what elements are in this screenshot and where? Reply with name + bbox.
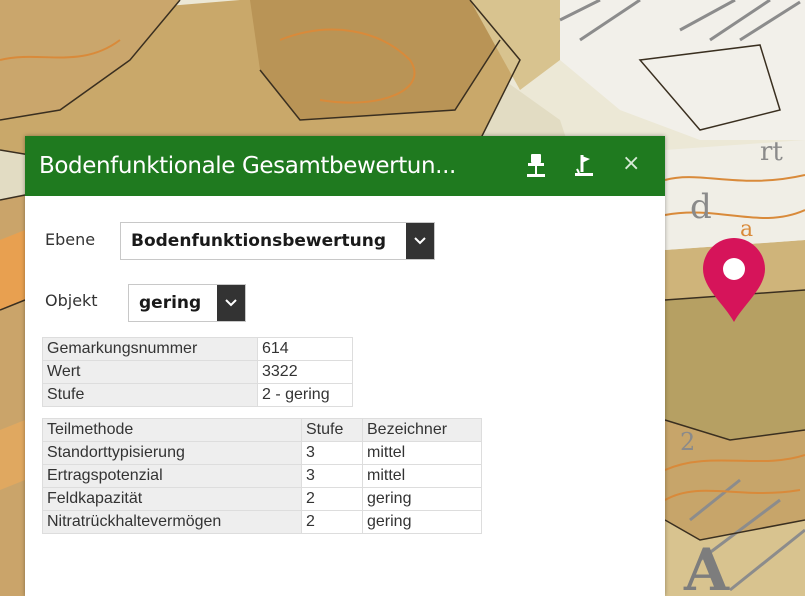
chevron-down-icon[interactable]	[406, 223, 434, 259]
table-row: Gemarkungsnummer 614	[42, 337, 353, 361]
map-label: d	[690, 187, 712, 227]
popup-header: Bodenfunktionale Gesamtbewertun... ×	[25, 136, 665, 196]
attribute-key: Wert	[42, 360, 258, 384]
objekt-select-value: gering	[139, 293, 202, 313]
table-row: Standorttypisierung 3 mittel	[42, 441, 482, 465]
map-parcel	[665, 140, 805, 250]
feature-info-popup: Bodenfunktionale Gesamtbewertun... × Ebe…	[25, 136, 665, 596]
table-row: Ertragspotenzial 3 mittel	[42, 464, 482, 488]
method-stufe: 3	[301, 441, 363, 465]
attribute-key: Gemarkungsnummer	[42, 337, 258, 361]
popup-title: Bodenfunktionale Gesamtbewertun...	[39, 153, 456, 179]
chevron-down-icon[interactable]	[217, 285, 245, 321]
table-header-row: Teilmethode Stufe Bezeichner	[42, 418, 482, 442]
method-name: Ertragspotenzial	[42, 464, 302, 488]
map-label: 2	[680, 428, 695, 456]
ebene-label: Ebene	[45, 230, 96, 249]
map-label: a	[740, 217, 753, 242]
table-row: Wert 3322	[42, 360, 353, 384]
objekt-label: Objekt	[45, 291, 98, 310]
method-name: Standorttypisierung	[42, 441, 302, 465]
method-bezeichner: mittel	[362, 441, 482, 465]
ebene-select-value: Bodenfunktionsbewertung	[131, 231, 387, 251]
column-header: Bezeichner	[362, 418, 482, 442]
ebene-select[interactable]: Bodenfunktionsbewertung	[120, 222, 435, 260]
method-stufe: 2	[301, 510, 363, 534]
popup-body: Ebene Bodenfunktionsbewertung Objekt ger…	[25, 196, 665, 596]
method-stufe: 3	[301, 464, 363, 488]
method-name: Nitratrückhaltevermögen	[42, 510, 302, 534]
column-header: Teilmethode	[42, 418, 302, 442]
column-header: Stufe	[301, 418, 363, 442]
method-stufe: 2	[301, 487, 363, 511]
attribute-value: 614	[257, 337, 353, 361]
method-bezeichner: mittel	[362, 464, 482, 488]
attributes-table: Gemarkungsnummer 614 Wert 3322 Stufe 2 -…	[42, 337, 353, 407]
method-bezeichner: gering	[362, 487, 482, 511]
table-row: Nitratrückhaltevermögen 2 gering	[42, 510, 482, 534]
map-label: A	[683, 536, 730, 596]
attribute-value: 3322	[257, 360, 353, 384]
table-row: Stufe 2 - gering	[42, 383, 353, 407]
table-row: Feldkapazität 2 gering	[42, 487, 482, 511]
methods-table: Teilmethode Stufe Bezeichner Standorttyp…	[42, 418, 482, 534]
map-label: rt	[760, 137, 783, 167]
soil-polygon	[0, 230, 25, 310]
attribute-value: 2 - gering	[257, 383, 353, 407]
close-button[interactable]: ×	[622, 150, 640, 178]
pin-icon[interactable]	[523, 152, 549, 180]
attribute-key: Stufe	[42, 383, 258, 407]
unpin-icon[interactable]	[571, 152, 597, 180]
method-name: Feldkapazität	[42, 487, 302, 511]
method-bezeichner: gering	[362, 510, 482, 534]
objekt-select[interactable]: gering	[128, 284, 246, 322]
soil-polygon	[0, 420, 25, 490]
